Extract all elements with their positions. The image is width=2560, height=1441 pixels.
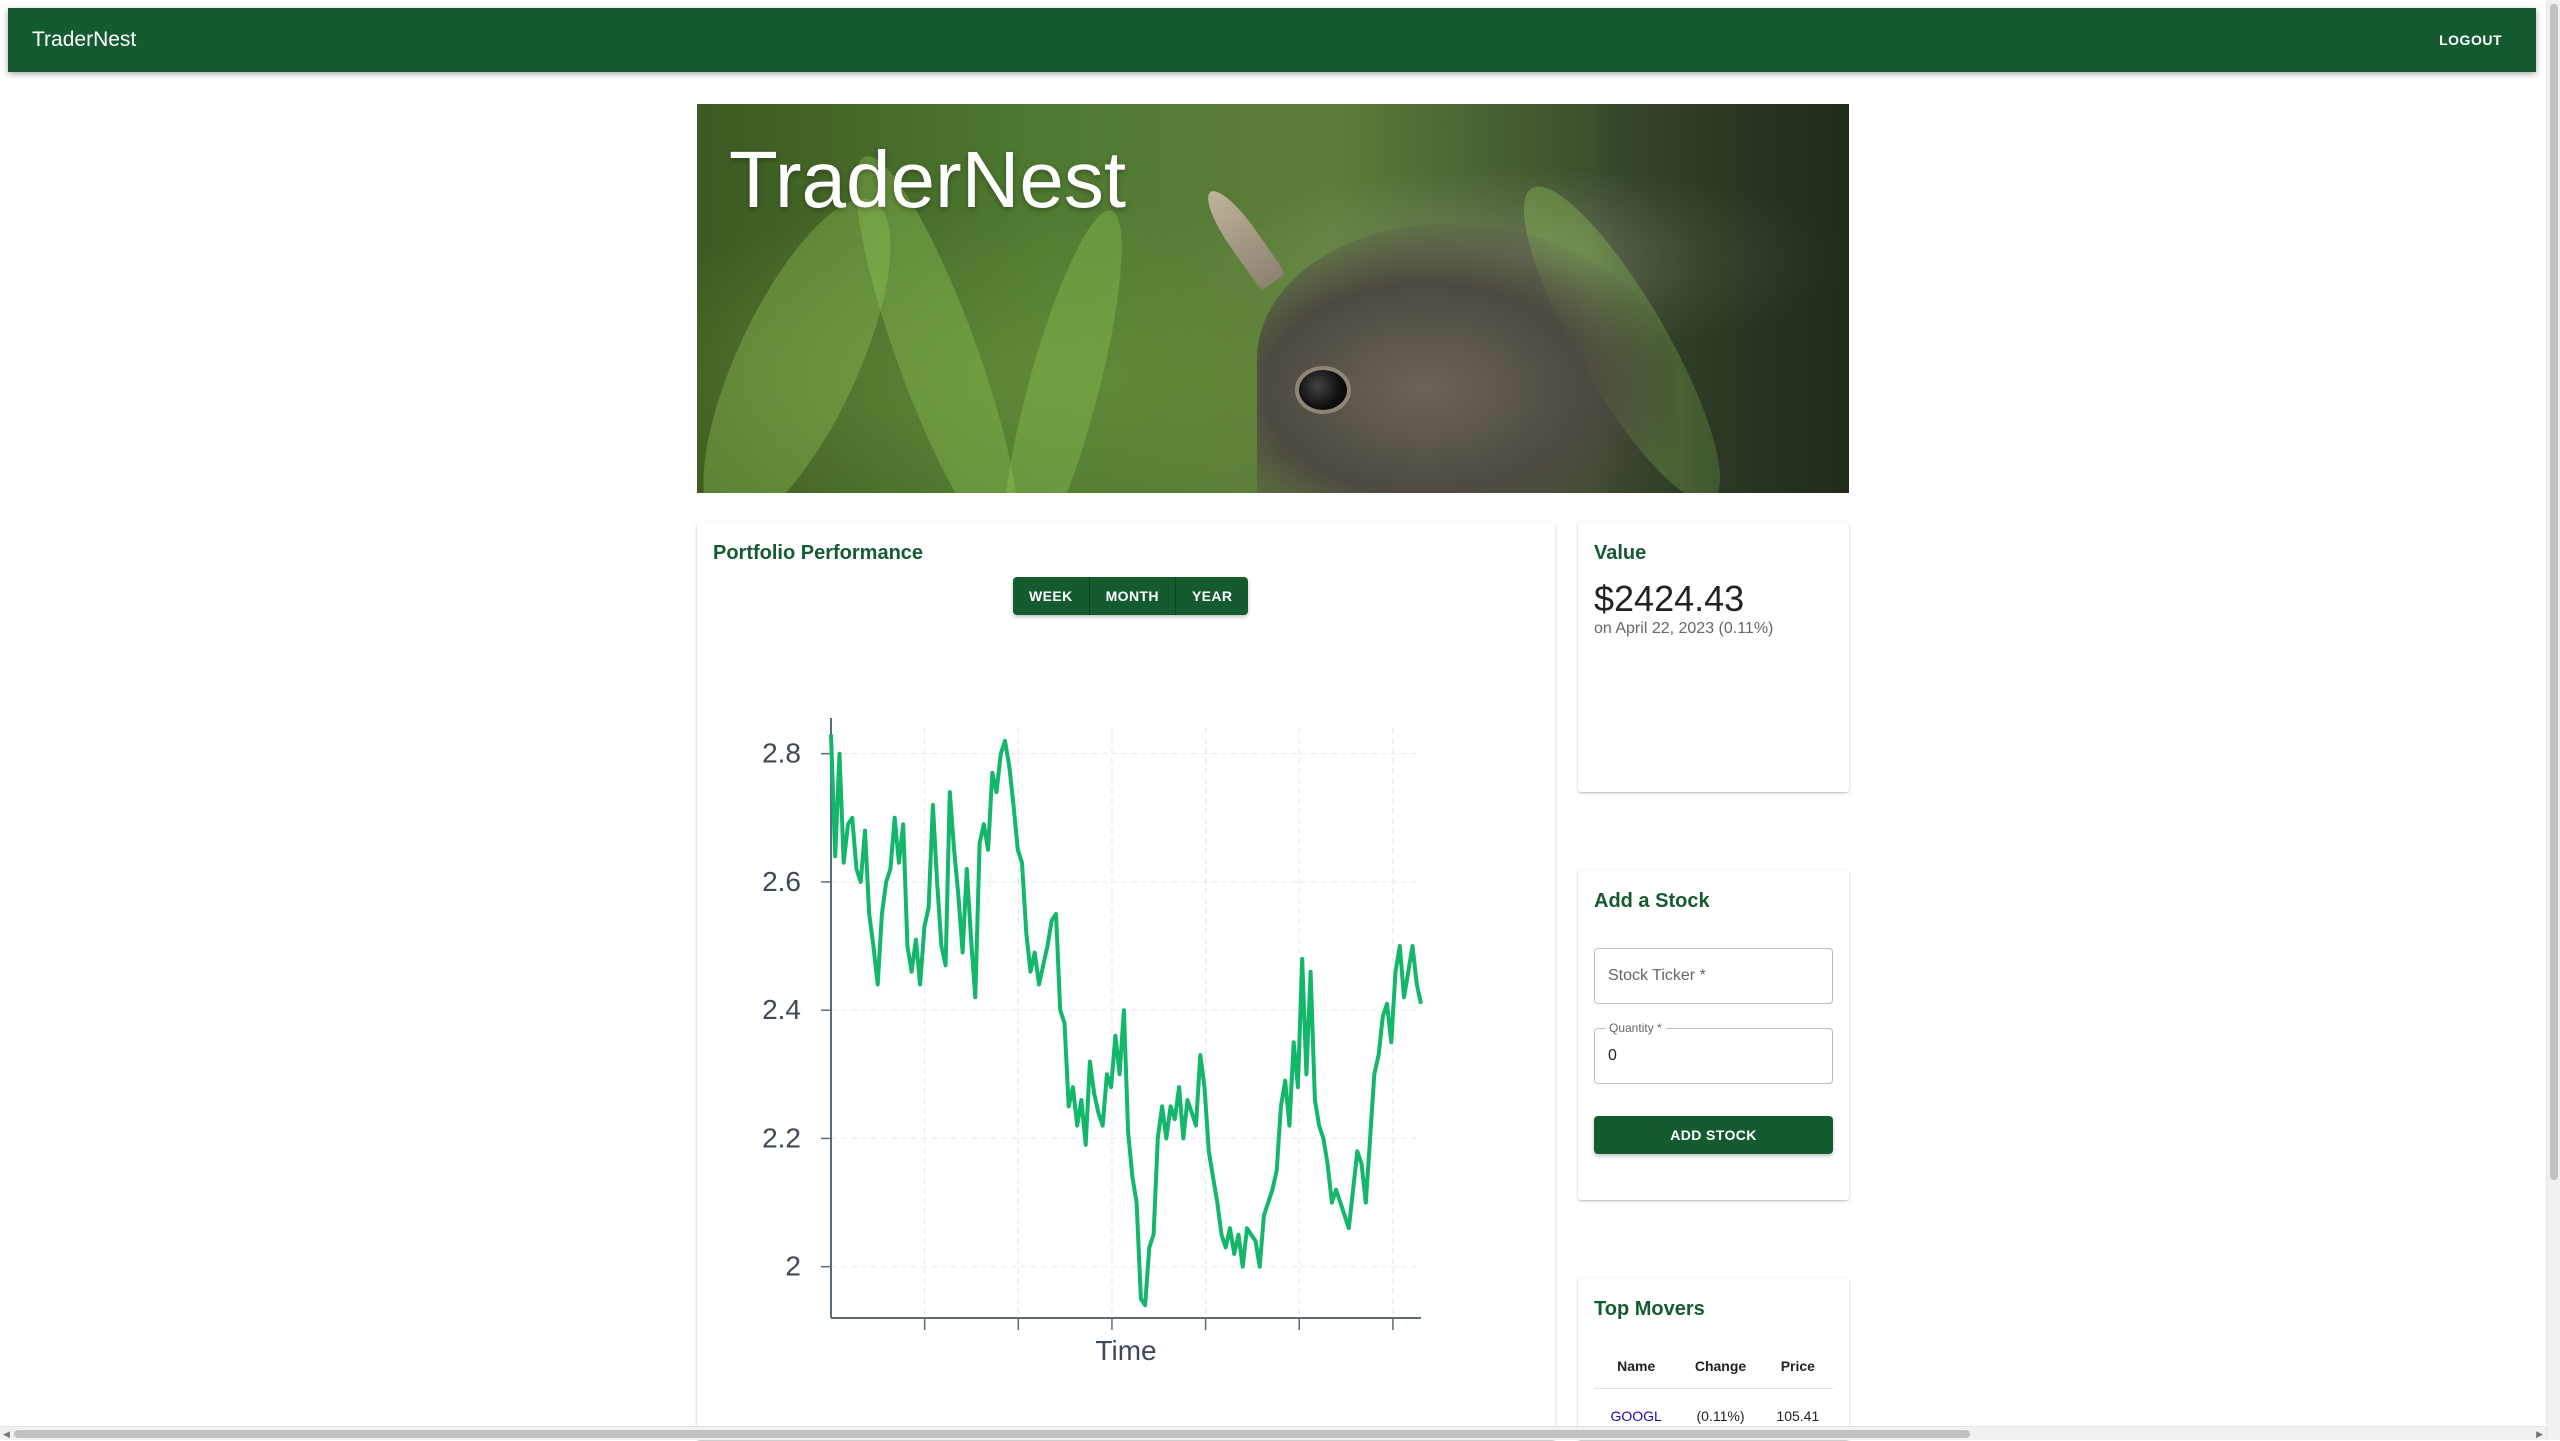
value-date: on April 22, 2023 (0.11%) [1594, 620, 1773, 638]
y-tick-label: 2.6 [762, 866, 801, 897]
top-movers-title: Top Movers [1594, 1298, 1705, 1321]
quantity-label: Quantity * [1605, 1021, 1666, 1035]
column-header-price[interactable]: Price [1763, 1344, 1833, 1388]
x-axis-label: Time [1095, 1335, 1156, 1366]
quantity-field: Quantity * [1594, 1028, 1833, 1084]
scroll-right-icon[interactable]: ▶ [2536, 1427, 2543, 1441]
performance-chart: 2 2.2 2.4 2.6 2.8 Time [697, 522, 1555, 1440]
horizontal-scrollbar[interactable]: ◀ ▶ [0, 1426, 2546, 1440]
top-movers-card: Top Movers Name Change Price GOOGL (0.11… [1578, 1278, 1849, 1440]
portfolio-performance-card: Portfolio Performance WEEK MONTH YEAR 22… [697, 522, 1555, 1440]
column-header-change[interactable]: Change [1678, 1344, 1762, 1388]
brand-title[interactable]: TraderNest [32, 28, 136, 52]
add-stock-card: Add a Stock Quantity * ADD STOCK [1578, 870, 1849, 1200]
y-tick-label: 2.2 [762, 1122, 801, 1153]
vertical-scrollbar[interactable] [2546, 0, 2560, 1440]
value-title: Value [1594, 542, 1646, 565]
logout-button[interactable]: LOGOUT [2429, 24, 2512, 56]
stock-link[interactable]: GOOGL [1610, 1408, 1661, 1424]
hero-title: TraderNest [729, 134, 1126, 226]
quantity-input[interactable] [1595, 1029, 1832, 1083]
add-stock-title: Add a Stock [1594, 890, 1710, 913]
y-tick-label: 2.8 [762, 738, 801, 769]
y-tick-label: 2.4 [762, 994, 801, 1025]
ticker-field [1594, 948, 1833, 1004]
table-header-row: Name Change Price [1594, 1344, 1833, 1388]
portfolio-value: $2424.43 [1594, 578, 1744, 620]
value-card: Value $2424.43 on April 22, 2023 (0.11%) [1578, 522, 1849, 792]
y-tick-label: 2 [785, 1251, 801, 1282]
vertical-scroll-thumb[interactable] [2550, 4, 2558, 1180]
app-bar: TraderNest LOGOUT [8, 8, 2536, 72]
horizontal-scroll-thumb[interactable] [14, 1430, 1970, 1438]
column-header-name[interactable]: Name [1594, 1344, 1678, 1388]
scroll-left-icon[interactable]: ◀ [3, 1427, 10, 1441]
portfolio-series-line [831, 734, 1421, 1305]
stock-ticker-input[interactable] [1595, 949, 1832, 1003]
add-stock-button[interactable]: ADD STOCK [1594, 1116, 1833, 1154]
hero-banner: TraderNest [697, 104, 1849, 493]
